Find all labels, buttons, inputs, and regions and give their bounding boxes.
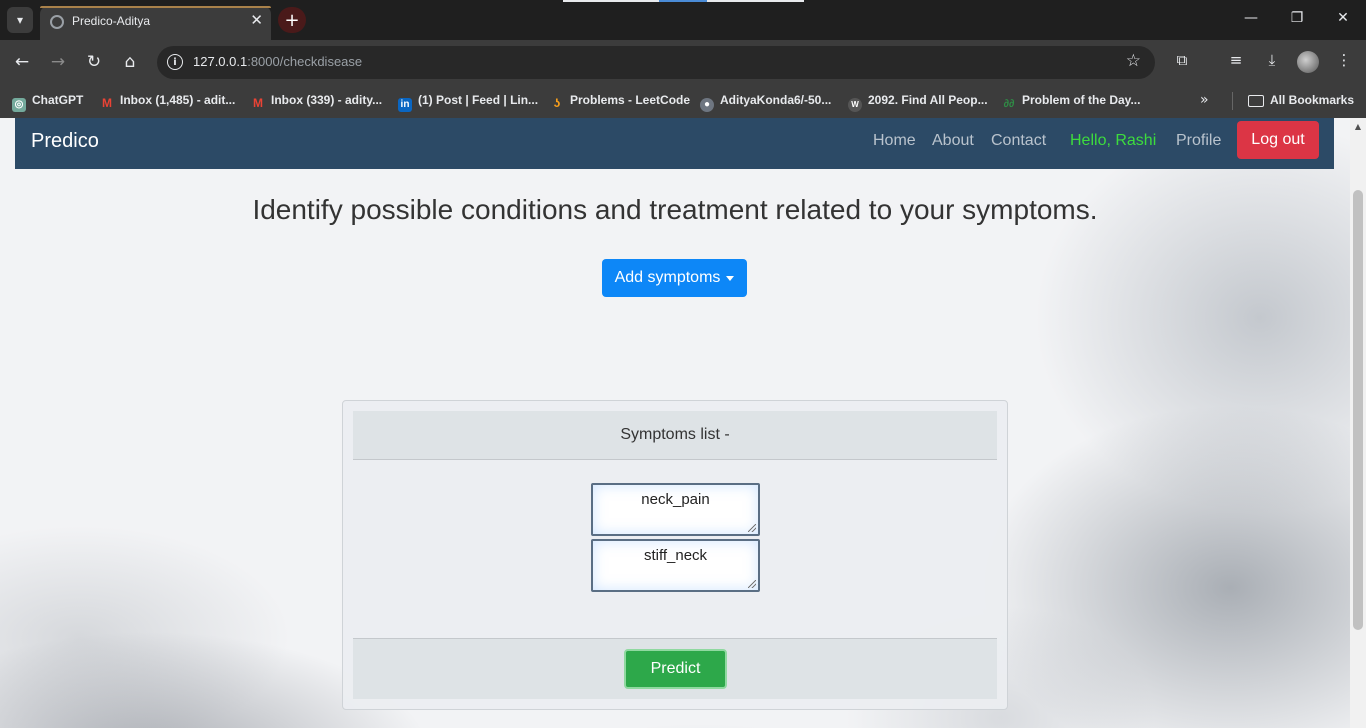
gmail-icon: M — [253, 96, 263, 110]
browser-toolbar: ← → ↻ ⌂ i 127.0.0.1:8000/checkdisease ☆ … — [0, 40, 1366, 84]
page-scrollbar[interactable]: ▲ — [1350, 118, 1366, 728]
folder-icon — [1248, 95, 1264, 107]
bookmarks-bar: ◎ ChatGPT M Inbox (1,485) - adit... M Inbox… — [0, 84, 1366, 118]
profile-avatar[interactable] — [1297, 51, 1319, 73]
tab-strip-indicator — [659, 0, 707, 2]
predict-button[interactable]: Predict — [624, 649, 727, 689]
bookmark-item[interactable]: W 2092. Find All Peop... — [848, 93, 988, 112]
bookmark-item[interactable]: ● AdityaKonda6/-50... — [700, 93, 831, 112]
bookmark-star-icon[interactable]: ☆ — [1126, 51, 1141, 71]
tab-strip-indicator — [563, 0, 659, 2]
tab-search-icon[interactable]: ▾ — [7, 7, 33, 33]
symptom-value: neck_pain — [641, 491, 710, 508]
add-symptoms-label: Add symptoms — [614, 269, 721, 286]
address-bar[interactable]: i 127.0.0.1:8000/checkdisease ☆ — [157, 46, 1155, 79]
leetcode-icon: ʖ — [553, 96, 561, 110]
scrollbar-thumb[interactable] — [1353, 190, 1363, 630]
new-tab-button[interactable]: + — [278, 7, 306, 33]
walkccc-icon: W — [848, 98, 862, 112]
resize-handle-icon[interactable] — [748, 524, 756, 532]
forward-arrow-icon[interactable]: → — [46, 51, 70, 73]
page-title: Identify possible conditions and treatme… — [252, 194, 1098, 225]
bookmark-item[interactable]: in (1) Post | Feed | Lin... — [398, 93, 538, 112]
page-viewport: Predico Home About Contact Hello, Rashi … — [0, 118, 1350, 728]
logout-button[interactable]: Log out — [1237, 121, 1319, 159]
restore-icon[interactable]: ❐ — [1274, 10, 1320, 26]
bookmark-item[interactable]: ʖ Problems - LeetCode — [550, 93, 690, 110]
bookmark-item[interactable]: ◎ ChatGPT — [12, 93, 83, 112]
chevron-right-double-icon[interactable]: » — [1200, 92, 1209, 108]
scroll-up-arrow-icon[interactable]: ▲ — [1350, 122, 1366, 131]
linkedin-icon: in — [398, 98, 412, 112]
home-icon[interactable]: ⌂ — [118, 51, 142, 73]
github-icon: ● — [700, 98, 714, 112]
minimize-icon[interactable]: — — [1228, 10, 1274, 26]
greeting-text: Hello, Rashi — [1070, 132, 1157, 149]
add-symptoms-dropdown-button[interactable]: Add symptoms — [602, 259, 747, 297]
symptoms-card-footer: Predict — [353, 638, 997, 699]
tab-title: Predico-Aditya — [72, 14, 151, 28]
globe-icon — [50, 15, 64, 29]
tab-strip-indicator — [707, 0, 804, 2]
symptom-textarea[interactable]: neck_pain — [591, 483, 760, 536]
bookmark-item[interactable]: M Inbox (339) - adity... — [251, 93, 382, 110]
gmail-icon: M — [102, 96, 112, 110]
back-arrow-icon[interactable]: ← — [10, 51, 34, 73]
brand-logo[interactable]: Predico — [31, 130, 99, 153]
nav-profile[interactable]: Profile — [1176, 132, 1221, 150]
symptoms-card-header: Symptoms list - — [353, 411, 997, 460]
gfg-icon: ∂∂ — [1003, 98, 1015, 110]
reload-icon[interactable]: ↻ — [82, 51, 106, 73]
chatgpt-icon: ◎ — [12, 98, 26, 112]
tab-strip: ▾ Predico-Aditya ✕ + — ❐ ✕ — [0, 0, 1366, 40]
nav-about[interactable]: About — [932, 132, 974, 150]
all-bookmarks-button[interactable]: All Bookmarks — [1248, 93, 1354, 107]
tab-group-accent — [40, 6, 271, 8]
site-info-icon[interactable]: i — [167, 54, 183, 70]
symptom-textarea[interactable]: stiff_neck — [591, 539, 760, 592]
bookmarks-divider — [1232, 92, 1233, 110]
nav-contact[interactable]: Contact — [991, 132, 1046, 150]
extensions-icon[interactable]: ⧉ — [1170, 51, 1194, 69]
symptoms-card: Symptoms list - neck_pain stiff_neck Pre… — [342, 400, 1008, 710]
browser-tab[interactable]: Predico-Aditya ✕ — [40, 6, 271, 40]
window-close-icon[interactable]: ✕ — [1320, 10, 1366, 26]
caret-down-icon — [726, 275, 735, 281]
bookmark-item[interactable]: M Inbox (1,485) - adit... — [100, 93, 235, 110]
close-tab-icon[interactable]: ✕ — [250, 12, 263, 28]
nav-home[interactable]: Home — [873, 132, 916, 150]
site-navbar: Predico Home About Contact Hello, Rashi … — [15, 118, 1334, 169]
download-icon[interactable]: ⤓ — [1260, 51, 1284, 69]
kebab-menu-icon[interactable]: ⋮ — [1332, 51, 1356, 69]
bookmark-item[interactable]: ∂∂ Problem of the Day... — [1002, 93, 1141, 111]
symptom-value: stiff_neck — [643, 547, 708, 564]
resize-handle-icon[interactable] — [748, 580, 756, 588]
url-text[interactable]: 127.0.0.1:8000/checkdisease — [193, 54, 362, 69]
media-queue-icon[interactable]: ≡ — [1224, 51, 1248, 69]
